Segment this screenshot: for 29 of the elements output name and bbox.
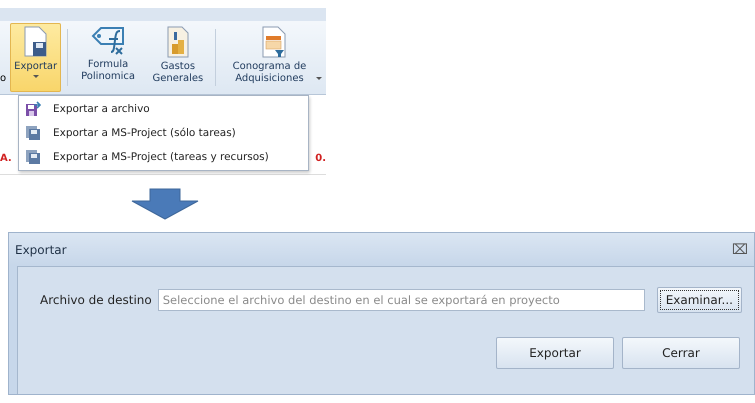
field-label: Archivo de destino bbox=[40, 293, 152, 307]
ribbon-button[interactable]: Exportar bbox=[10, 23, 62, 92]
cell-text: 0. bbox=[315, 153, 326, 164]
save-arrow-icon bbox=[25, 101, 41, 117]
coins-document-icon bbox=[166, 26, 190, 58]
menu-item[interactable]: Exportar a MS-Project (sólo tareas) bbox=[19, 121, 308, 145]
ribbon-button[interactable]: Formula Polinomica bbox=[74, 23, 142, 92]
ribbon-label: o bbox=[0, 73, 6, 84]
save-document-icon bbox=[22, 26, 49, 58]
dialog-button[interactable]: Exportar bbox=[496, 337, 614, 369]
menu-item[interactable]: Exportar a archivo bbox=[19, 97, 308, 121]
formula-tag-icon bbox=[91, 26, 126, 56]
down-arrow-icon bbox=[130, 188, 200, 220]
ribbon-button[interactable]: Gastos Generales bbox=[146, 23, 210, 92]
button-label: Gastos Generales bbox=[151, 61, 204, 85]
close-button[interactable]: ⌧ bbox=[732, 242, 748, 258]
button-label: Exportar bbox=[14, 61, 58, 73]
browse-button[interactable]: Examinar... bbox=[656, 287, 742, 313]
save-icon bbox=[25, 149, 41, 165]
menu-item[interactable]: Exportar a MS-Project (tareas y recursos) bbox=[19, 145, 308, 169]
button-label: Formula Polinomica bbox=[80, 59, 136, 83]
table-document-icon bbox=[260, 26, 287, 58]
button-label: Conograma de Adquisiciones bbox=[232, 61, 308, 85]
save-icon bbox=[25, 125, 41, 141]
ribbon-button[interactable]: Conograma de Adquisiciones bbox=[222, 23, 326, 92]
window-title: Exportar bbox=[15, 242, 67, 256]
dialog-button[interactable]: Cerrar bbox=[622, 337, 740, 369]
file-path-field[interactable]: Seleccione el archivo del destino en el cual se exportará en proyecto bbox=[158, 289, 645, 311]
cell-text: A. bbox=[0, 153, 12, 164]
